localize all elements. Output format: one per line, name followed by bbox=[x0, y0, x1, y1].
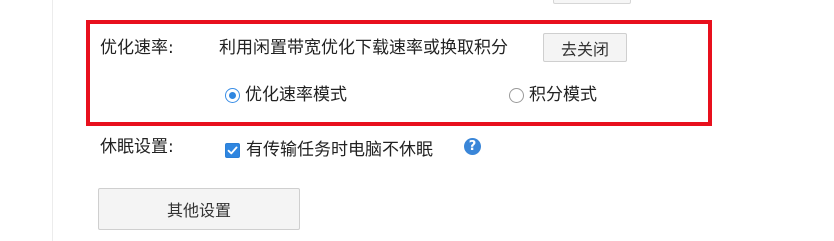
no-sleep-during-transfer-checkbox[interactable]: 有传输任务时电脑不休眠 bbox=[225, 140, 433, 160]
radio-points-mode-label: 积分模式 bbox=[529, 85, 597, 105]
close-optimization-button-label: 去关闭 bbox=[560, 39, 609, 59]
close-optimization-button[interactable]: 去关闭 bbox=[543, 33, 627, 62]
panel-divider bbox=[52, 0, 53, 241]
radio-unselected-icon bbox=[509, 87, 524, 103]
radio-optimize-speed-mode-label: 优化速率模式 bbox=[245, 85, 347, 105]
sleep-settings-label: 休眠设置: bbox=[100, 137, 174, 157]
speed-optimization-description: 利用闲置带宽优化下载速率或换取积分 bbox=[219, 38, 508, 58]
other-settings-button[interactable]: 其他设置 bbox=[98, 188, 300, 230]
radio-optimize-speed-mode[interactable]: 优化速率模式 bbox=[225, 85, 347, 105]
question-circle-icon[interactable]: ? bbox=[464, 138, 481, 155]
checkbox-checked-icon bbox=[225, 142, 240, 158]
radio-points-mode[interactable]: 积分模式 bbox=[509, 85, 597, 105]
no-sleep-during-transfer-label: 有传输任务时电脑不休眠 bbox=[246, 140, 433, 160]
speed-optimization-label: 优化速率: bbox=[100, 38, 174, 58]
radio-selected-icon bbox=[225, 87, 240, 103]
other-settings-button-label: 其他设置 bbox=[166, 201, 231, 220]
previous-button-edge[interactable] bbox=[553, 0, 631, 4]
